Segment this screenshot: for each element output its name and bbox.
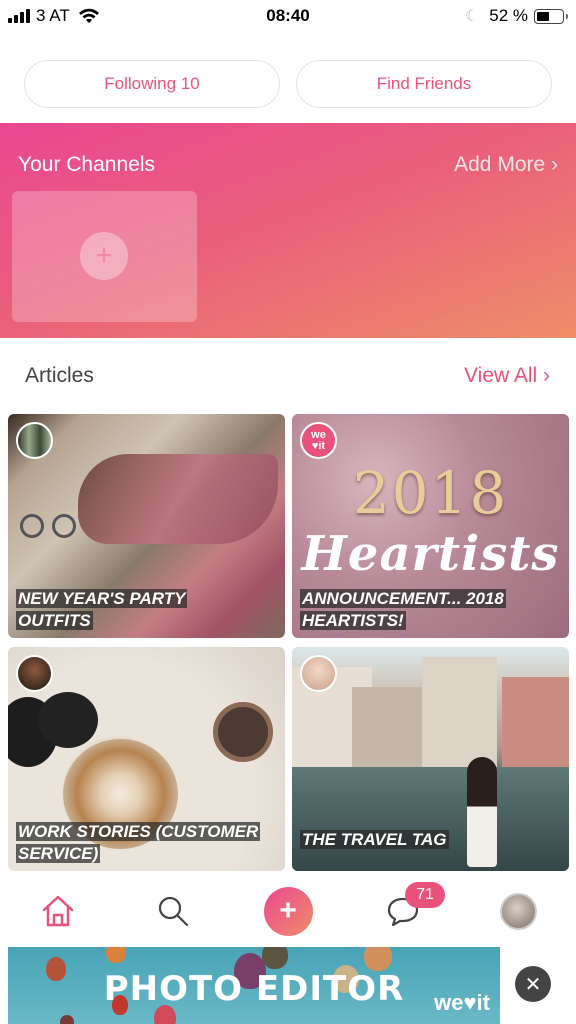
- article-caption: NEW YEAR'S PARTY OUTFITS: [16, 588, 277, 632]
- bottom-tab-bar: + 71: [0, 872, 576, 948]
- author-avatar[interactable]: [300, 655, 337, 692]
- balloon-graphic: [262, 947, 288, 969]
- logo-text: we: [311, 428, 326, 441]
- ad-brand-logo: we♥it: [434, 990, 490, 1015]
- caption-line: ANNOUNCEMENT... 2018: [300, 589, 506, 608]
- caption-line: SERVICE): [16, 844, 101, 863]
- profile-avatar: [499, 892, 537, 930]
- battery-icon: [534, 8, 568, 24]
- search-icon: [158, 896, 189, 927]
- status-bar: 3 AT 08:40 ☾ 52 %: [0, 0, 576, 34]
- article-caption: WORK STORIES (CUSTOMER SERVICE): [16, 821, 277, 865]
- balloon-graphic: [106, 947, 126, 963]
- status-right: ☾ 52 %: [464, 6, 568, 26]
- tab-profile[interactable]: [493, 886, 543, 936]
- image-detail: [38, 692, 98, 748]
- image-text-word: Heartists: [301, 526, 560, 582]
- caption-line: THE TRAVEL TAG: [300, 830, 449, 849]
- tab-add[interactable]: +: [263, 886, 313, 936]
- balloon-graphic: [364, 947, 392, 971]
- find-friends-button[interactable]: Find Friends: [296, 60, 552, 108]
- image-detail: [292, 767, 569, 871]
- add-channel-tile[interactable]: +: [12, 191, 197, 322]
- article-card[interactable]: WORK STORIES (CUSTOMER SERVICE): [8, 647, 285, 871]
- close-ad-button[interactable]: ✕: [515, 966, 551, 1002]
- add-more-link[interactable]: Add More ›: [454, 153, 558, 177]
- logo-text: ♥it: [311, 439, 326, 452]
- image-detail: [422, 657, 497, 772]
- author-avatar[interactable]: [16, 422, 53, 459]
- image-detail: [52, 514, 76, 538]
- caption-line: OUTFITS: [16, 611, 93, 630]
- channels-title: Your Channels: [18, 153, 155, 176]
- image-detail: [20, 514, 44, 538]
- following-button[interactable]: Following 10: [24, 60, 280, 108]
- image-detail: [213, 702, 273, 762]
- article-card[interactable]: 2018 Heartists we ♥it ANNOUNCEMENT... 20…: [292, 414, 569, 638]
- image-text-year: 2018: [352, 459, 509, 527]
- tab-home[interactable]: [33, 886, 83, 936]
- articles-title: Articles: [25, 364, 94, 387]
- article-card[interactable]: THE TRAVEL TAG: [292, 647, 569, 871]
- article-caption: THE TRAVEL TAG: [300, 829, 561, 851]
- article-card[interactable]: NEW YEAR'S PARTY OUTFITS: [8, 414, 285, 638]
- author-avatar[interactable]: [16, 655, 53, 692]
- add-post-button[interactable]: +: [263, 886, 313, 936]
- caption-line: NEW YEAR'S PARTY: [16, 589, 188, 608]
- caption-line: WORK STORIES (CUSTOMER: [16, 822, 261, 841]
- home-icon: [42, 895, 74, 927]
- view-all-link[interactable]: View All ›: [464, 364, 550, 388]
- image-detail: [502, 677, 569, 772]
- battery-fill: [537, 11, 550, 21]
- weheartit-logo-avatar[interactable]: we ♥it: [300, 422, 337, 459]
- caption-line: HEARTISTS!: [300, 611, 406, 630]
- plus-icon: +: [80, 232, 128, 280]
- top-buttons: Following 10 Find Friends: [24, 60, 552, 108]
- balloon-graphic: [60, 1015, 74, 1024]
- channels-section: Your Channels Add More › +: [0, 123, 576, 338]
- article-caption: ANNOUNCEMENT... 2018 HEARTISTS!: [300, 588, 561, 632]
- battery-percent: 52 %: [489, 6, 528, 25]
- messages-badge: 71: [405, 882, 445, 908]
- tab-messages[interactable]: 71: [378, 882, 445, 936]
- article-image: [78, 454, 278, 544]
- ad-title: PHOTO EDITOR: [103, 969, 405, 1009]
- ad-banner[interactable]: PHOTO EDITOR we♥it: [8, 947, 500, 1024]
- tab-search[interactable]: [148, 886, 198, 936]
- do-not-disturb-icon: ☾: [464, 8, 480, 25]
